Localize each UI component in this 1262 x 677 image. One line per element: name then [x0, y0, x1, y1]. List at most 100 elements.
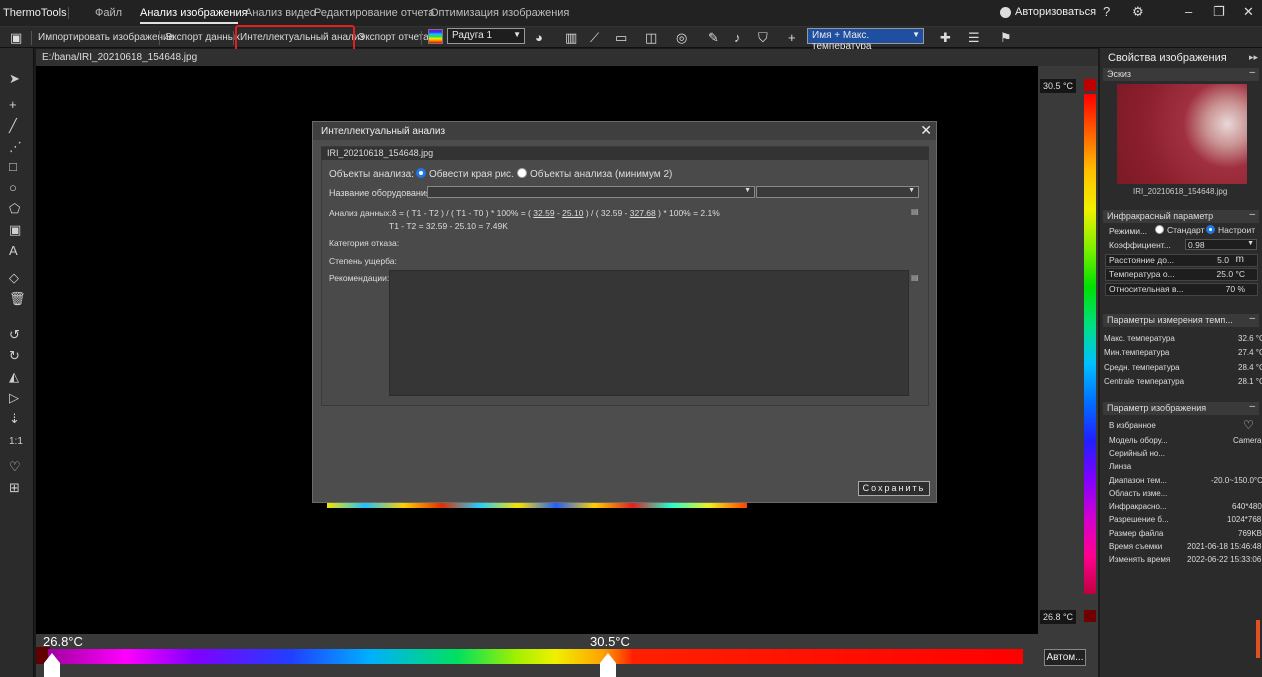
chevron-down-icon: ▼: [744, 187, 751, 194]
mode-custom-radio[interactable]: Настроит: [1206, 225, 1255, 235]
eraser-icon[interactable]: ◇: [9, 271, 19, 285]
menu-image-optimization[interactable]: Оптимизация изображения: [430, 7, 569, 19]
t0-value[interactable]: 327.68: [630, 208, 656, 218]
equipment-sub-select[interactable]: ▼: [756, 186, 919, 198]
import-image-button[interactable]: Импортировать изображение: [38, 32, 174, 43]
minimize-icon[interactable]: –: [1185, 5, 1192, 19]
measure-area-label: Область изме...: [1109, 489, 1168, 498]
mode-standard-label: Стандарт: [1167, 225, 1205, 235]
menu-file[interactable]: Файл: [95, 7, 122, 19]
close-icon[interactable]: ✕: [920, 122, 932, 139]
collapse-icon[interactable]: –: [1249, 313, 1255, 324]
export-data-button[interactable]: Экспорт данных: [165, 32, 240, 43]
document-icon[interactable]: ▤: [911, 207, 919, 216]
properties-title: Свойства изображения: [1108, 52, 1227, 64]
region-icon[interactable]: ▣: [9, 223, 21, 237]
equipment-select[interactable]: ▼: [427, 186, 755, 198]
min-slider-handle-body[interactable]: [44, 663, 60, 677]
horizontal-color-bar[interactable]: [48, 649, 1023, 664]
crosshair-icon[interactable]: +: [788, 30, 796, 46]
zoom-fit-icon[interactable]: ⇣: [9, 412, 20, 426]
actual-size-icon[interactable]: 1:1: [9, 435, 23, 449]
save-icon[interactable]: ▣: [10, 30, 22, 46]
delete-icon[interactable]: 🗑: [9, 292, 26, 306]
rotate-ccw-icon[interactable]: ↺: [9, 328, 20, 342]
recommendations-label: Рекомендации:: [329, 273, 390, 283]
point-icon[interactable]: +: [9, 98, 17, 112]
option-edge-radio[interactable]: Обвести края рис.: [416, 168, 514, 180]
text-icon[interactable]: A: [9, 244, 18, 258]
menu-video-analysis[interactable]: Анализ видео: [245, 7, 316, 19]
help-icon[interactable]: ?: [1103, 5, 1110, 19]
menu-image-analysis[interactable]: Анализ изображения: [140, 7, 248, 19]
section-image-params[interactable]: Параметр изображения –: [1103, 401, 1259, 415]
line-chart-icon[interactable]: ⟋: [590, 30, 599, 46]
histogram-icon[interactable]: ▥: [565, 30, 577, 46]
palette-swatch[interactable]: [428, 29, 443, 44]
heart-icon[interactable]: ♡: [9, 460, 21, 474]
ambient-temp-label: Температура о...: [1109, 269, 1175, 279]
t2-value[interactable]: 25.10: [562, 208, 583, 218]
menu-report-editing[interactable]: Редактирование отчета: [314, 7, 434, 19]
app-title: ThermoTools: [3, 7, 67, 19]
auto-button[interactable]: Автом...: [1044, 649, 1086, 666]
layers-icon[interactable]: ◫: [645, 30, 657, 46]
collapse-icon[interactable]: –: [1249, 401, 1255, 412]
title-bar: ThermoTools Файл Анализ изображения Анал…: [0, 0, 1262, 26]
rotate-cw-icon[interactable]: ↻: [9, 349, 20, 363]
line-icon[interactable]: ╱: [9, 119, 17, 133]
palette-select[interactable]: Радуга 1 ▼: [447, 28, 525, 44]
shield-icon[interactable]: ⛉: [758, 30, 768, 46]
polygon-icon[interactable]: ⬠: [9, 202, 20, 216]
trend-icon[interactable]: ▭: [615, 30, 627, 46]
maximize-icon[interactable]: ❐: [1213, 5, 1225, 19]
min-slider-handle[interactable]: [44, 653, 60, 663]
filter-settings-icon[interactable]: ⚑: [1000, 30, 1012, 46]
flip-icon[interactable]: ◭: [9, 370, 19, 384]
palette-tool-icon[interactable]: ◕: [535, 30, 543, 46]
max-slider-handle[interactable]: [600, 653, 616, 663]
section-measure-params[interactable]: Параметры измерения темп... –: [1103, 313, 1259, 327]
collapse-icon[interactable]: –: [1249, 209, 1255, 220]
list-icon[interactable]: ☰: [968, 30, 980, 46]
save-button[interactable]: Сохранить: [858, 481, 930, 496]
scale-min-label: 26.8 °C: [1040, 610, 1076, 624]
document-icon[interactable]: ▤: [911, 273, 919, 282]
emissivity-row: Коэффициент... 0.98 ▼: [1105, 238, 1261, 252]
option-objects-label: Объекты анализа (минимум 2): [530, 169, 673, 180]
rectangle-icon[interactable]: □: [9, 160, 17, 174]
option-objects-radio[interactable]: Объекты анализа (минимум 2): [517, 168, 672, 180]
close-icon[interactable]: ✕: [1243, 5, 1254, 19]
overlay-select[interactable]: Имя + Макс. температура ▼: [807, 28, 924, 52]
3d-icon[interactable]: ◎: [676, 30, 687, 46]
thumbnail-image[interactable]: [1117, 84, 1247, 184]
humidity-row: Относительная в... 70 %: [1105, 282, 1261, 296]
scale-min-cap: [1084, 610, 1096, 622]
mode-standard-radio[interactable]: Стандарт: [1155, 225, 1204, 235]
settings-icon[interactable]: ⚙: [1132, 5, 1144, 19]
section-image-label: Параметр изображения: [1107, 403, 1207, 413]
panel-collapse-icon[interactable]: ▸▸: [1249, 52, 1258, 63]
ellipse-icon[interactable]: ○: [9, 181, 17, 195]
divider: [421, 31, 422, 45]
max-slider-handle-body[interactable]: [600, 663, 616, 677]
pointer-icon[interactable]: ➤: [9, 72, 20, 86]
polyline-icon[interactable]: ⋰: [9, 140, 22, 154]
emissivity-select[interactable]: 0.98 ▼: [1185, 239, 1257, 250]
recommendations-textarea[interactable]: [389, 270, 909, 396]
export-report-button[interactable]: Экспорт отчета: [358, 32, 429, 43]
edit-icon[interactable]: ✎: [708, 30, 719, 46]
file-tab[interactable]: E:/bana/IRI_20210618_154648.jpg: [36, 49, 1098, 66]
mirror-icon[interactable]: ▷: [9, 391, 19, 405]
section-sketch[interactable]: Эскиз –: [1103, 67, 1259, 81]
heart-icon[interactable]: ♡: [1243, 418, 1254, 432]
section-ir-params[interactable]: Инфракрасный параметр –: [1103, 209, 1259, 223]
microphone-icon[interactable]: ♪: [734, 30, 741, 46]
add-image-icon[interactable]: ⊞: [9, 481, 20, 495]
chevron-down-icon: ▼: [908, 187, 915, 194]
add-point-icon[interactable]: ✚: [940, 30, 951, 46]
collapse-icon[interactable]: –: [1249, 67, 1255, 78]
panel-scrollbar[interactable]: [1256, 620, 1260, 658]
t1-value[interactable]: 32.59: [533, 208, 554, 218]
login-button[interactable]: Авторизоваться: [1000, 6, 1096, 18]
